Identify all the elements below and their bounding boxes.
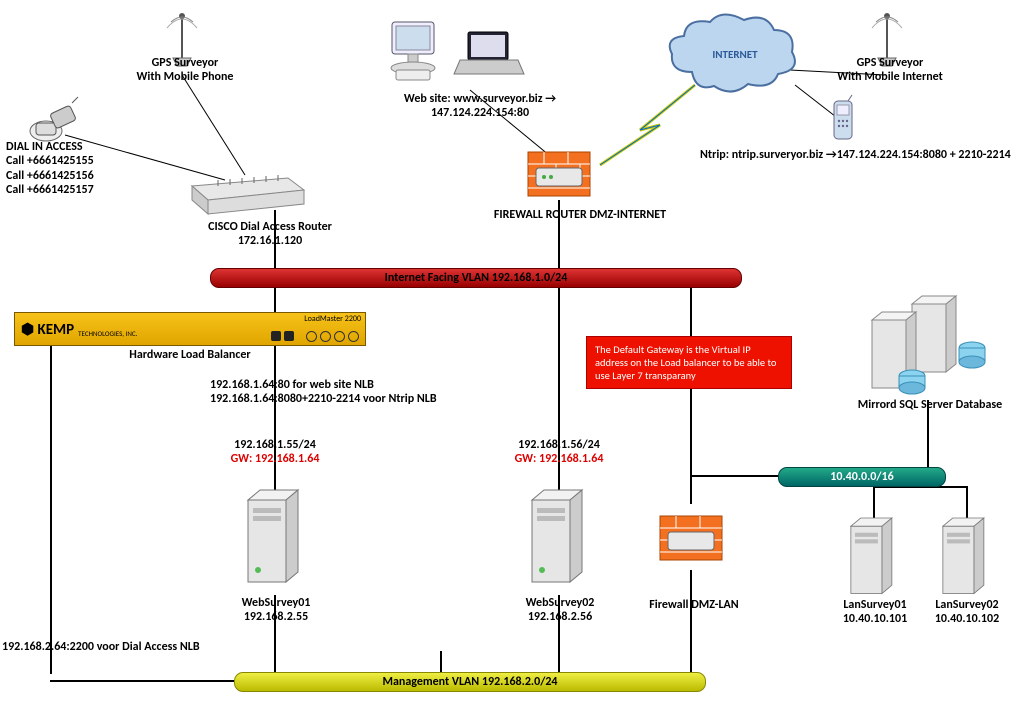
dial-nlb-label: 192.168.2.64:2200 voor Dial Access NLB: [2, 640, 242, 654]
kemp-label: Hardware Load Balancer: [105, 348, 275, 362]
cisco-router-icon: [188, 168, 308, 218]
gateway-note: The Default Gateway is the Virtual IP ad…: [586, 336, 792, 389]
internet-label: INTERNET: [700, 48, 770, 61]
dial-in-label: DIAL IN ACCESS Call +6661425155 Call +66…: [6, 140, 146, 198]
vlan-internet-bar: Internet Facing VLAN 192.168.1.0/24: [210, 268, 742, 288]
ws1-ip-label: 192.168.1.55/24GW: 192.168.1.64: [210, 438, 340, 467]
vlan-mgmt-bar: Management VLAN 192.168.2.0/24: [234, 672, 706, 692]
cisco-label: CISCO Dial Access Router172.16.1.120: [180, 220, 360, 249]
flip-phone-icon: [28, 95, 88, 145]
ws2-ip-label: 192.168.1.56/24GW: 192.168.1.64: [494, 438, 624, 467]
nlb-label: 192.168.1.64:80 for web site NLB192.168.…: [210, 378, 510, 407]
sql-label: Mirrord SQL Server Database: [840, 398, 1020, 412]
laptop-icon: [454, 30, 524, 85]
firewall-icon: [656, 512, 726, 568]
ws2-name-label: WebSurvey02192.168.2.56: [500, 596, 620, 625]
kemp-loadbalancer: ⬢ KEMP TECHNOLOGIES, INC. LoadMaster 220…: [14, 312, 366, 346]
sql-server-icon: [858, 296, 998, 396]
ls2-label: LanSurvey0210.40.10.102: [922, 598, 1012, 627]
vlan-db-bar: 10.40.0.0/16: [778, 467, 946, 487]
mobile-phone-icon: [828, 95, 858, 145]
desktop-icon: [378, 18, 448, 88]
ws1-name-label: WebSurvey01192.168.2.55: [216, 596, 336, 625]
ls1-label: LanSurvey0110.40.10.101: [830, 598, 920, 627]
server-tower-icon: [842, 518, 904, 600]
server-tower-icon: [934, 518, 996, 600]
server-tower-icon: [240, 490, 310, 590]
firewall-icon: [524, 148, 594, 204]
firewall-dmz-lan-label: Firewall DMZ-LAN: [634, 598, 754, 612]
gps-internet-label: GPS SurveyorWith Mobile Internet: [820, 56, 960, 85]
ntrip-label: Ntrip: ntrip.surveryor.biz →147.124.224.…: [700, 148, 1024, 162]
website-label: Web site: www.surveyor.biz →147.124.224.…: [380, 92, 580, 121]
gps-mobile-label: GPS SurveyorWith Mobile Phone: [120, 56, 250, 85]
server-tower-icon: [524, 490, 594, 590]
firewall-dmz-internet-label: FIREWALL ROUTER DMZ-INTERNET: [460, 208, 700, 222]
